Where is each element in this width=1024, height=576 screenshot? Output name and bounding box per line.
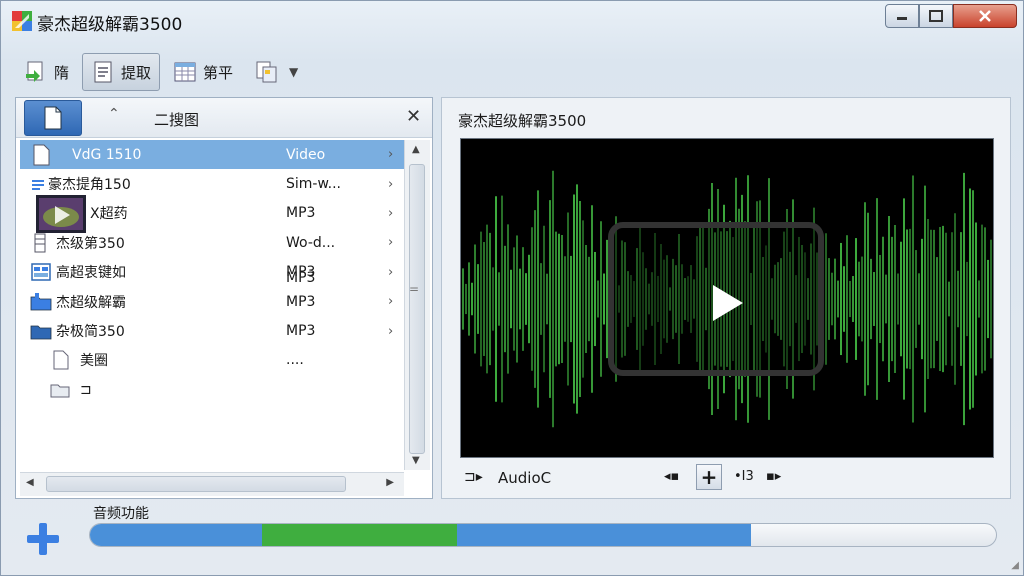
next-button[interactable]: ▪▸ — [766, 469, 781, 484]
chevron-right-icon: › — [388, 235, 394, 251]
list-item[interactable]: 杂极简350 MP3 › — [20, 316, 404, 345]
audio-waveform — [462, 170, 992, 428]
document-icon — [33, 144, 50, 166]
minimize-button[interactable] — [885, 4, 919, 28]
file-list-header: ⌃ 二搜图 ✕ — [16, 98, 432, 138]
toolbar-button-open[interactable]: 隋 — [15, 53, 78, 91]
add-button[interactable]: + — [696, 464, 722, 490]
item-type-extra: MP3 — [286, 270, 316, 286]
chevron-down-icon: ▼ — [289, 65, 299, 79]
toolbar: 隋 提取 第平 ▼ — [15, 51, 311, 93]
toolbar-settings-label: 第平 — [203, 63, 234, 82]
grid-window-icon — [31, 263, 51, 281]
item-name: 杰超级解霸 — [56, 294, 126, 311]
toolbar-extract-label: 提取 — [121, 63, 152, 82]
chevron-right-icon: › — [388, 323, 394, 339]
chevron-right-icon: › — [388, 176, 394, 192]
open-folder-icon — [50, 384, 70, 398]
document-tab[interactable] — [24, 100, 82, 136]
folder-icon — [30, 325, 52, 340]
playback-controls: ⊐▸ AudioC ◂▪ + •I3 ▪▸ — [458, 462, 998, 494]
item-name: 美圈 — [80, 353, 108, 370]
item-name: 豪杰提角150 — [48, 177, 131, 194]
progress-segment — [90, 524, 263, 546]
item-name: 杰级第350 — [56, 235, 125, 252]
app-window: 豪杰超级解霸3500 隋 提取 第平 ▼ ⌃ 二搜图 ✕ VdG 1510 Vi… — [0, 0, 1024, 576]
list-item[interactable]: 杰超级解霸 MP3 › — [20, 287, 404, 316]
video-preview[interactable] — [460, 138, 994, 458]
item-name: X超药 — [90, 206, 128, 223]
document-copy-icon — [256, 61, 277, 83]
blank-document-icon — [53, 350, 69, 370]
list-item[interactable]: 高超衷键如 MP3 › — [20, 258, 404, 287]
audio-functions-label: 音频功能 — [93, 506, 149, 522]
scroll-thumb[interactable] — [46, 476, 346, 492]
file-list-panel: ⌃ 二搜图 ✕ VdG 1510 Video › 豪杰提角150 Sim-w..… — [15, 97, 433, 499]
document-icon — [44, 106, 62, 130]
document-list-icon — [94, 61, 112, 83]
scroll-up-icon[interactable]: ▲ — [412, 144, 420, 155]
list-item[interactable]: 美圈 .... — [20, 346, 404, 375]
progress-segment — [456, 524, 752, 546]
maximize-button[interactable] — [919, 4, 953, 28]
item-type: MP3 — [286, 293, 316, 310]
app-logo-icon — [12, 11, 32, 31]
grip-icon: = — [409, 282, 420, 296]
window-controls — [885, 4, 1017, 28]
folder-icon — [30, 292, 52, 311]
chevron-right-icon: › — [388, 147, 394, 163]
file-list-title: 二搜图 — [154, 111, 200, 129]
title-bar: 豪杰超级解霸3500 — [1, 1, 1023, 41]
preview-panel: 豪杰超级解霸3500 ⊐▸ AudioC ◂▪ + •I3 ▪▸ — [441, 97, 1011, 499]
chevron-up-icon[interactable]: ⌃ — [108, 106, 120, 122]
toolbar-open-label: 隋 — [54, 63, 70, 82]
item-type: Wo-d... — [286, 234, 336, 251]
file-strip-icon — [34, 233, 46, 253]
item-name: VdG 1510 — [72, 146, 142, 163]
preview-title: 豪杰超级解霸3500 — [458, 112, 587, 130]
minimize-icon — [897, 17, 907, 20]
chevron-right-icon: › — [388, 294, 394, 310]
panel-close-icon[interactable]: ✕ — [406, 106, 421, 127]
scroll-thumb[interactable] — [409, 164, 425, 454]
audio-track-label: AudioC — [498, 469, 552, 487]
previous-button[interactable]: ◂▪ — [664, 469, 679, 484]
close-button[interactable] — [953, 4, 1017, 28]
close-icon — [979, 10, 991, 22]
toolbar-button-settings[interactable]: 第平 — [164, 53, 242, 91]
chevron-right-icon: › — [388, 264, 394, 280]
item-type: Sim-w... — [286, 176, 341, 193]
add-icon[interactable] — [25, 521, 61, 557]
scroll-down-icon[interactable]: ▼ — [412, 455, 420, 466]
file-list: VdG 1510 Video › 豪杰提角150 Sim-w... › X超药 … — [20, 140, 404, 405]
chevron-right-icon: › — [388, 205, 394, 221]
item-type: .... — [286, 352, 304, 369]
list-item[interactable]: ⊐ — [20, 375, 404, 404]
window-title: 豪杰超级解霸3500 — [37, 15, 183, 35]
progress-segment — [262, 524, 457, 546]
item-name: 杂极简350 — [56, 324, 125, 341]
spreadsheet-icon — [174, 62, 196, 82]
audio-track-icon: ⊐▸ — [464, 469, 483, 485]
list-item[interactable]: VdG 1510 Video › — [20, 140, 404, 170]
list-item[interactable]: 杰级第350 Wo-d... › — [20, 228, 404, 257]
list-item[interactable]: X超药 MP3 › — [20, 194, 404, 233]
item-type: MP3 — [286, 323, 316, 340]
toolbar-button-more[interactable]: ▼ — [246, 53, 307, 91]
vertical-scrollbar[interactable]: ▲ = ▼ — [404, 140, 430, 470]
item-type: MP3 — [286, 205, 316, 222]
open-file-icon — [26, 61, 43, 82]
item-type: Video — [286, 146, 326, 163]
toolbar-button-extract[interactable]: 提取 — [82, 53, 161, 91]
step-button[interactable]: •I3 — [734, 469, 754, 484]
video-thumbnail-icon — [36, 194, 86, 233]
maximize-icon — [929, 10, 943, 22]
scroll-right-icon[interactable]: ▶ — [386, 477, 394, 488]
scroll-left-icon[interactable]: ◀ — [26, 477, 34, 488]
resize-grip-icon[interactable]: ◢ — [1011, 560, 1019, 571]
item-name: 高超衷键如 — [56, 265, 126, 282]
horizontal-scrollbar[interactable]: ◀ ▶ — [20, 472, 404, 496]
progress-bar[interactable] — [89, 523, 997, 547]
item-name: ⊐ — [80, 381, 92, 398]
